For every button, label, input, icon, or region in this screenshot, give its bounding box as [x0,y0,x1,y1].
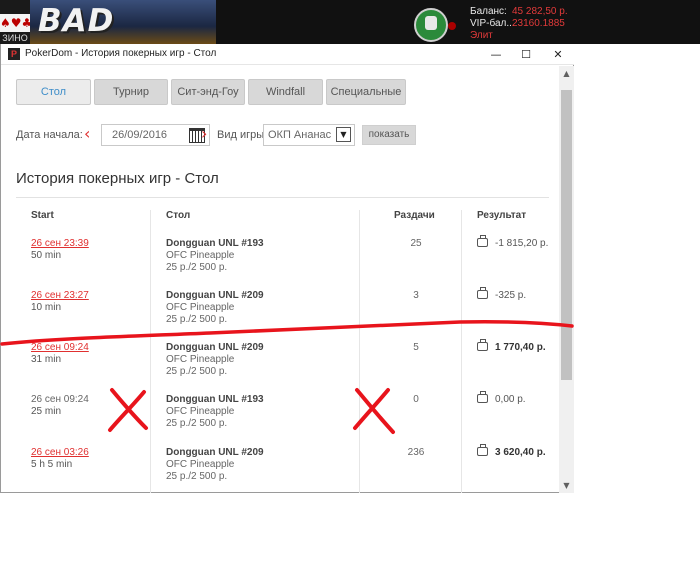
table-name: Dongguan UNL #209 [166,342,264,353]
wallet-icon [477,287,488,299]
session-start-link[interactable]: 26 сен 23:39 [31,238,89,249]
column-header-hands: Раздачи [394,210,435,221]
table-row: 26 сен 03:26 5 h 5 min Dongguan UNL #209 OF… [1,444,559,493]
game-variant: OFC Pineapple [166,302,235,313]
vertical-scrollbar[interactable]: ▲ ▼ [559,66,574,493]
start-date-value: 26/09/2016 [112,129,168,141]
avatar[interactable] [414,8,448,42]
wallet-icon [477,235,488,247]
close-button[interactable]: ✕ [543,44,573,65]
chevron-down-icon[interactable]: ▼ [336,127,351,142]
account-stats: Баланс: VIP-бал... Элит 45 282,50 р. 231… [470,6,568,42]
game-variant: OFC Pineapple [166,459,235,470]
hands-count: 3 [413,290,419,301]
session-result: 3 620,40 р. [495,447,546,458]
table-stakes: 25 р./2 500 р. [166,471,228,482]
window-titlebar[interactable]: P PokerDom - История покерных игр - Стол… [1,44,574,65]
prev-date-chevron-icon[interactable]: ‹ [84,126,90,142]
column-header-result: Результат [477,210,527,221]
window-title: PokerDom - История покерных игр - Стол [25,48,217,59]
table-name: Dongguan UNL #193 [166,238,264,249]
table-row: 26 сен 23:27 10 min Dongguan UNL #209 OFC P… [1,287,559,342]
balance-value: 45 282,50 р. [512,6,568,17]
hands-count: 236 [407,447,425,458]
game-variant: OFC Pineapple [166,354,235,365]
scroll-down-icon[interactable]: ▼ [559,478,574,493]
table-stakes: 25 р./2 500 р. [166,418,228,429]
game-type-select[interactable]: ОКП Ананас ▼ [263,124,355,146]
session-duration: 5 h 5 min [31,459,73,470]
window-content: Стол Турнир Сит-энд-Гоу Windfall Специал… [1,66,559,493]
table-row: 26 сен 09:24 31 min Dongguan UNL #209 OFC P… [1,339,559,394]
page-title: История покерных игр - Стол [16,170,219,187]
wallet-icon [477,444,488,456]
balance-label: Баланс: [470,6,507,17]
session-result: 0,00 р. [495,394,526,405]
session-start-link[interactable]: 26 сен 03:26 [31,447,89,458]
show-button[interactable]: показать [362,125,416,145]
game-variant: OFC Pineapple [166,250,235,261]
session-duration: 50 min [31,250,62,261]
session-start-link[interactable]: 26 сен 23:27 [31,290,89,301]
column-header-start: Start [31,210,54,221]
table-stakes: 25 р./2 500 р. [166,314,228,325]
session-duration: 31 min [31,354,62,365]
table-name: Dongguan UNL #209 [166,290,264,301]
history-window: P PokerDom - История покерных игр - Стол… [0,44,574,493]
hands-count: 0 [413,394,419,405]
session-result: 1 770,40 р. [495,342,546,353]
game-variant: OFC Pineapple [166,406,235,417]
tab-special[interactable]: Специальные [326,79,406,105]
scroll-up-icon[interactable]: ▲ [559,66,574,81]
table-name: Dongguan UNL #193 [166,394,264,405]
session-start-link: 26 сен 09:24 [31,394,89,405]
game-type-value: ОКП Ананас [268,129,332,141]
casino-logo[interactable]: ♠♥♣ ЗИНО [0,0,33,44]
start-date-label: Дата начала: [16,129,83,141]
table-header: Start Стол Раздачи Результат [1,206,559,236]
start-date-field[interactable]: 26/09/2016 [101,124,210,146]
heading-divider [16,197,549,198]
wallet-icon [477,391,488,403]
tab-table[interactable]: Стол [16,79,91,105]
tab-sit-and-go[interactable]: Сит-энд-Гоу [171,79,245,105]
vip-value: 23160.1885 [512,18,565,29]
bad-beat-logo[interactable]: BAD BEAT [30,0,216,75]
table-stakes: 25 р./2 500 р. [166,262,228,273]
status-label: Элит [470,30,493,41]
table-stakes: 25 р./2 500 р. [166,366,228,377]
filter-row: Дата начала: ‹ 26/09/2016 › Вид игры: ОК… [16,123,556,147]
hands-count: 5 [413,342,419,353]
scrollbar-thumb[interactable] [561,90,572,380]
session-start-link[interactable]: 26 сен 09:24 [31,342,89,353]
game-banner: ♠♥♣ ЗИНО BAD BEAT Баланс: VIP-бал... Эли… [0,0,700,75]
vip-label: VIP-бал... [470,18,515,29]
maximize-button[interactable]: ☐ [511,44,541,65]
session-result: -325 р. [495,290,527,301]
tab-windfall[interactable]: Windfall [248,79,323,105]
column-header-table: Стол [166,210,191,221]
table-name: Dongguan UNL #209 [166,447,264,458]
game-type-label: Вид игры: [217,129,268,141]
notification-dot-icon [448,22,456,30]
casino-logo-text: ЗИНО [2,33,28,43]
tab-tournament[interactable]: Турнир [94,79,168,105]
table-row: 26 сен 23:39 50 min Dongguan UNL #193 OFC P… [1,235,559,290]
session-duration: 25 min [31,406,62,417]
wallet-icon [477,339,488,351]
table-row: 26 сен 09:24 25 min Dongguan UNL #193 OFC P… [1,391,559,446]
session-result: -1 815,20 р. [495,238,549,249]
minimize-button[interactable]: — [481,44,511,65]
hands-count: 25 [410,238,422,249]
session-duration: 10 min [31,302,62,313]
pokerdom-app-icon: P [8,48,20,60]
card-suits-icon: ♠♥♣ [0,14,33,32]
